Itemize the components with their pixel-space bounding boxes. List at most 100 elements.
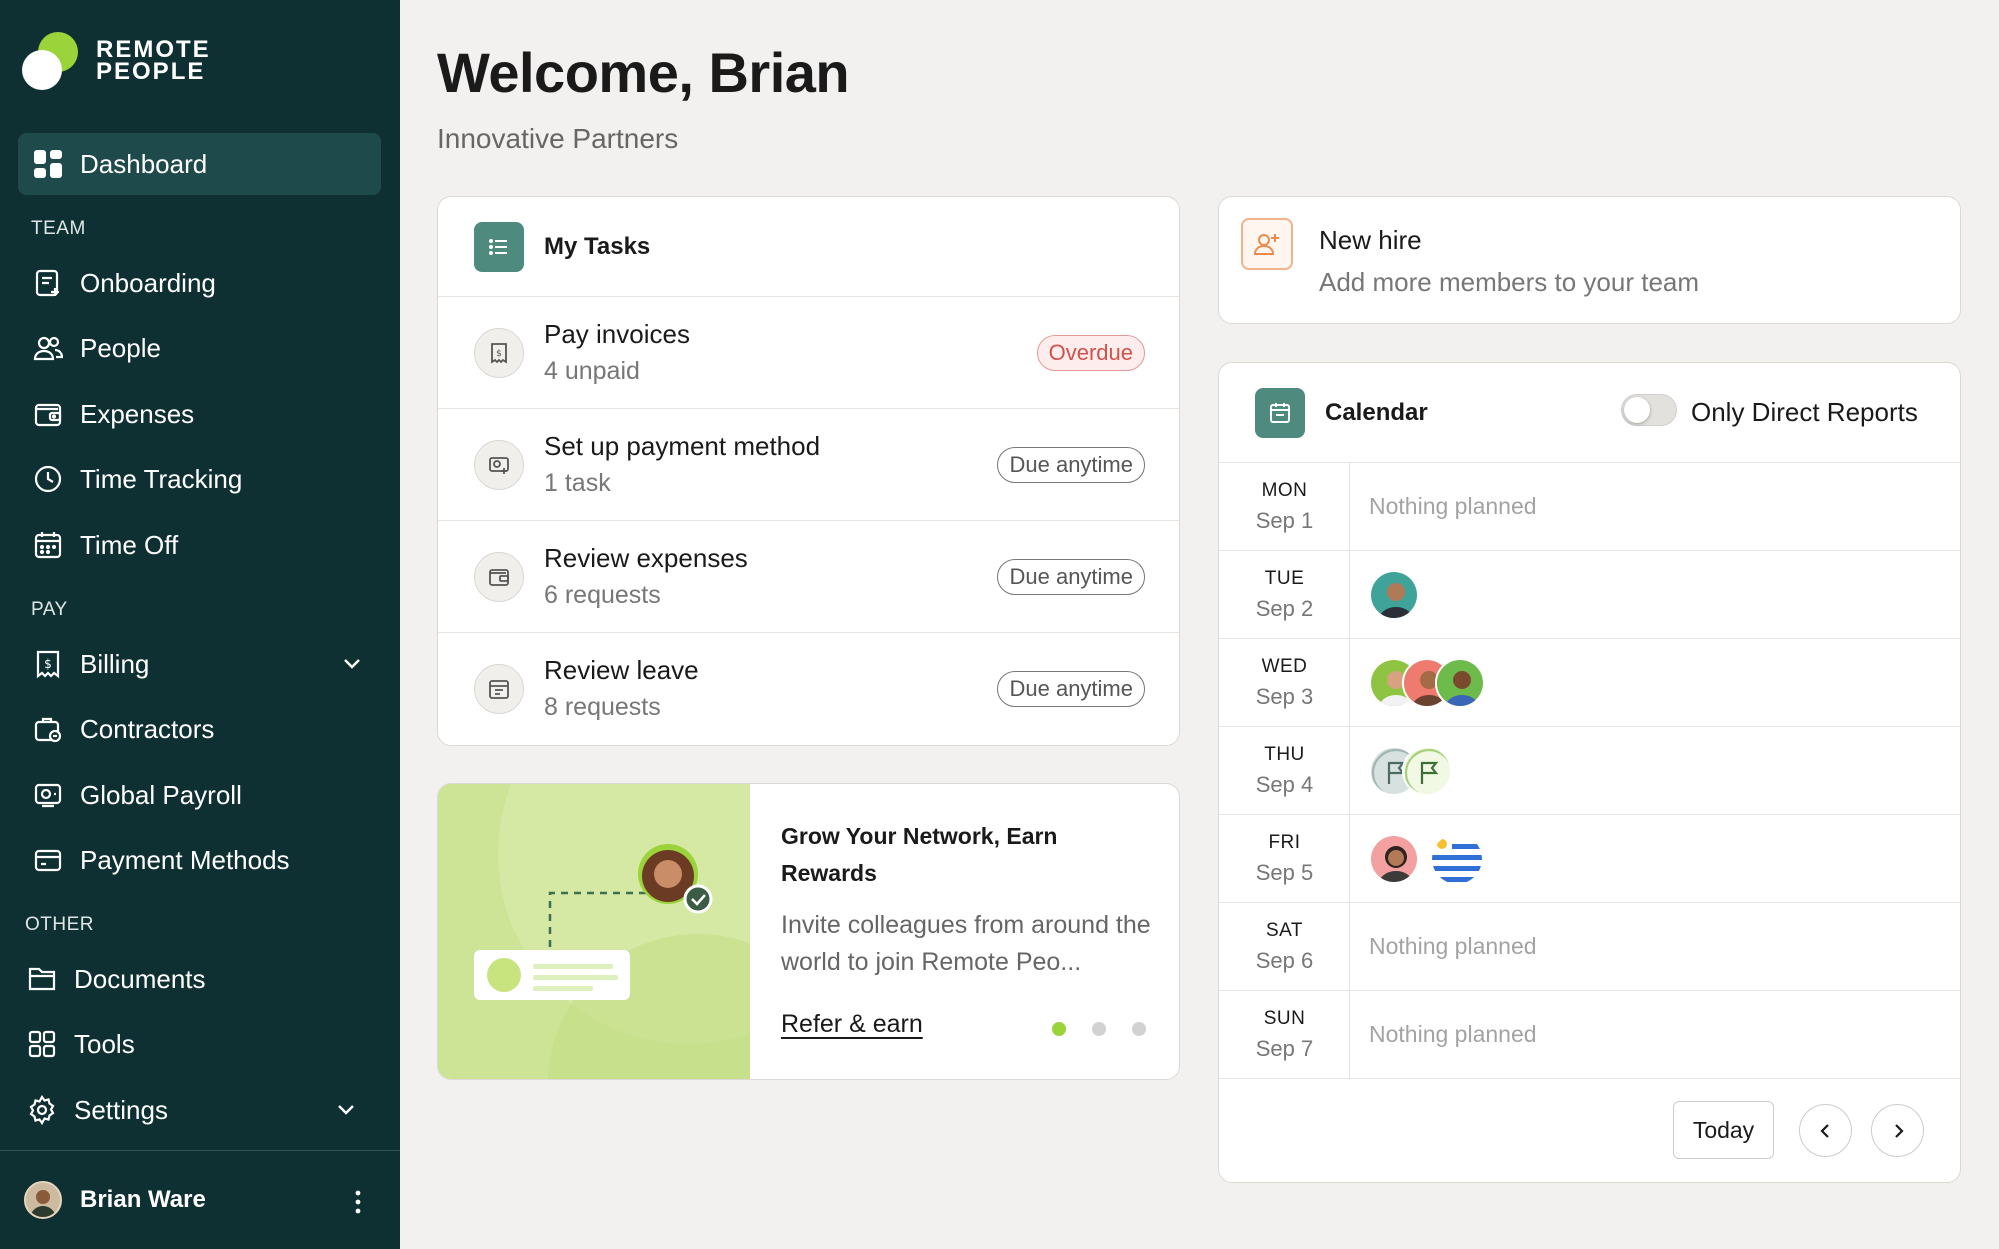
sidebar-item-billing[interactable]: $ Billing	[18, 633, 381, 695]
sidebar-item-label: Documents	[74, 963, 206, 994]
sidebar-item-time-tracking[interactable]: Time Tracking	[18, 448, 381, 510]
sidebar-item-label: Onboarding	[80, 267, 216, 298]
calendar-day-row: SUN Sep 7 Nothing planned	[1219, 991, 1960, 1079]
new-hire-title: New hire	[1319, 225, 1422, 255]
sidebar-item-expenses[interactable]: Expenses	[18, 383, 381, 445]
calendar-icon	[1255, 387, 1305, 438]
calendar-day-row: THU Sep 4	[1219, 727, 1960, 815]
task-title: Review leave	[544, 655, 699, 685]
sidebar-item-documents[interactable]: Documents	[12, 948, 375, 1010]
sidebar-item-tools[interactable]: Tools	[12, 1013, 375, 1075]
sidebar-item-label: Expenses	[80, 398, 195, 429]
clock-icon	[32, 463, 64, 495]
sidebar-item-label: Billing	[80, 648, 150, 679]
gear-icon	[26, 1094, 58, 1126]
people-icon	[32, 332, 64, 364]
task-subtitle: 6 requests	[544, 581, 661, 609]
section-label-team: TEAM	[31, 218, 86, 239]
sidebar-item-contractors[interactable]: Contractors	[18, 698, 381, 760]
sidebar-item-global-payroll[interactable]: Global Payroll	[18, 764, 381, 826]
brand-logo-icon	[22, 32, 78, 90]
day-of-week: WED	[1261, 656, 1308, 677]
calendar-icon	[32, 529, 64, 561]
day-of-week: SUN	[1263, 1008, 1306, 1029]
calendar-card: Calendar Only Direct Reports MON Sep 1 N…	[1218, 362, 1961, 1183]
calendar-day-row: MON Sep 1 Nothing planned	[1219, 463, 1960, 551]
sidebar-item-label: Global Payroll	[80, 779, 242, 810]
day-of-week: SAT	[1265, 920, 1304, 941]
card-title: Calendar	[1325, 398, 1428, 426]
logo[interactable]: REMOTE PEOPLE	[22, 30, 211, 92]
day-of-week: TUE	[1264, 568, 1305, 589]
brand-line-2: PEOPLE	[96, 58, 206, 85]
holiday-flag-icon[interactable]	[1402, 746, 1452, 796]
calendar-icon	[474, 664, 524, 714]
page-title: Welcome, Brian	[437, 41, 850, 104]
carousel-dot-3[interactable]	[1132, 1022, 1146, 1036]
day-date: Sep 3	[1255, 684, 1314, 709]
task-title: Pay invoices	[544, 319, 690, 349]
carousel-dot-1[interactable]	[1052, 1022, 1066, 1036]
day-date: Sep 2	[1255, 596, 1314, 621]
new-hire-card[interactable]: New hire Add more members to your team	[1218, 196, 1961, 324]
carousel-dots	[1052, 1022, 1146, 1036]
chevron-down-icon[interactable]	[341, 652, 363, 674]
promo-title: Grow Your Network, Earn Rewards	[781, 823, 1058, 886]
sidebar-item-label: Contractors	[80, 713, 215, 744]
sidebar-item-time-off[interactable]: Time Off	[18, 514, 381, 576]
today-button[interactable]: Today	[1673, 1101, 1774, 1159]
day-date: Sep 5	[1255, 860, 1314, 885]
avatar	[24, 1181, 62, 1219]
empty-day-text: Nothing planned	[1369, 1021, 1537, 1047]
promo-text: Invite colleagues from around the world …	[781, 911, 1151, 976]
chevron-left-icon	[1819, 1123, 1829, 1138]
task-item[interactable]: Review leave 8 requests Due anytime	[438, 633, 1179, 745]
more-vertical-icon[interactable]	[348, 1189, 368, 1215]
section-label-other: OTHER	[25, 914, 94, 935]
only-direct-reports-toggle[interactable]	[1621, 394, 1677, 426]
card-title: My Tasks	[544, 232, 651, 260]
next-week-button[interactable]	[1871, 1104, 1924, 1157]
calendar-day-row: WED Sep 3	[1219, 639, 1960, 727]
task-title: Set up payment method	[544, 431, 821, 461]
sidebar-item-settings[interactable]: Settings	[12, 1079, 375, 1141]
sidebar-item-dashboard[interactable]: Dashboard	[18, 133, 381, 195]
calendar-day-row: SAT Sep 6 Nothing planned	[1219, 903, 1960, 991]
day-date: Sep 1	[1255, 508, 1314, 533]
flag-uruguay-icon[interactable]	[1432, 834, 1482, 884]
sidebar-item-onboarding[interactable]: Onboarding	[18, 252, 381, 314]
task-item[interactable]: Review expenses 6 requests Due anytime	[438, 521, 1179, 633]
calendar-day-row: FRI Sep 5	[1219, 815, 1960, 903]
credit-card-icon	[32, 844, 64, 876]
refer-earn-link[interactable]: Refer & earn	[781, 1010, 923, 1039]
sidebar-item-label: Payment Methods	[80, 844, 290, 875]
task-item[interactable]: Set up payment method 1 task Due anytime	[438, 409, 1179, 521]
day-of-week: THU	[1264, 744, 1305, 765]
status-badge: Due anytime	[997, 559, 1145, 595]
section-label-pay: PAY	[31, 599, 68, 620]
svg-text:$: $	[496, 349, 502, 359]
my-tasks-card: My Tasks $ Pay invoices 4 unpaid Overdue…	[437, 196, 1180, 746]
user-name: Brian Ware	[80, 1186, 206, 1213]
sidebar-item-people[interactable]: People	[18, 317, 381, 379]
sidebar-item-payment-methods[interactable]: Payment Methods	[18, 829, 381, 891]
avatar[interactable]	[1435, 658, 1485, 708]
task-item[interactable]: $ Pay invoices 4 unpaid Overdue	[438, 297, 1179, 409]
invoice-icon: $	[32, 648, 64, 680]
day-date: Sep 4	[1255, 772, 1314, 797]
sidebar-item-label: Tools	[74, 1028, 135, 1059]
sidebar-item-label: Dashboard	[80, 148, 208, 179]
avatar[interactable]	[1369, 834, 1419, 884]
task-subtitle: 4 unpaid	[544, 357, 640, 385]
company-name: Innovative Partners	[437, 123, 679, 154]
user-profile[interactable]: Brian Ware	[0, 1150, 400, 1249]
previous-week-button[interactable]	[1799, 1104, 1852, 1157]
avatar[interactable]	[1369, 570, 1419, 620]
task-subtitle: 1 task	[544, 469, 611, 497]
carousel-dot-2[interactable]	[1092, 1022, 1106, 1036]
chevron-down-icon[interactable]	[335, 1098, 357, 1120]
folder-icon	[26, 963, 58, 995]
task-title: Review expenses	[544, 543, 748, 573]
clipboard-plus-icon	[32, 267, 64, 299]
sidebar-item-label: People	[80, 332, 161, 363]
